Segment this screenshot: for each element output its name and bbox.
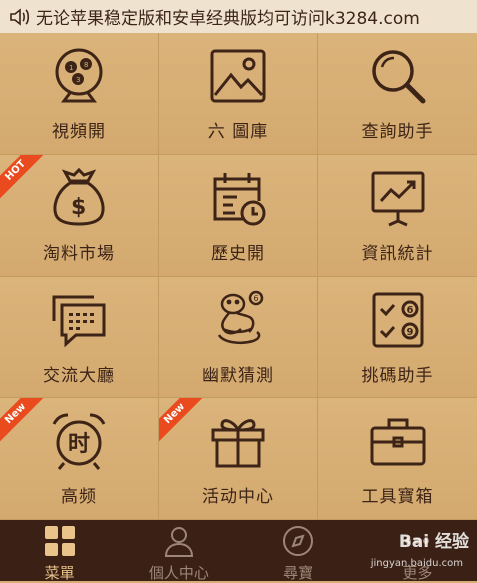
menu-item-label: 幽默猜測	[202, 365, 274, 386]
compass-icon	[283, 526, 314, 556]
menu-item-picker[interactable]: 69 挑碼助手	[318, 276, 477, 399]
menu-item-label: 查詢助手	[361, 122, 434, 142]
menu-item-query[interactable]: 查詢助手	[318, 33, 477, 155]
menu-item-label: 交流大廳	[43, 365, 115, 386]
menu-item-label: 視頻開	[52, 122, 106, 142]
svg-text:6: 6	[406, 305, 413, 316]
clock-glyph: 时	[68, 432, 90, 457]
magnifier-icon	[371, 50, 425, 104]
menu-item-label: 工具寶箱	[361, 487, 434, 508]
user-icon	[164, 527, 193, 557]
svg-text:8: 8	[84, 61, 88, 69]
menu-grid-icon	[44, 526, 75, 556]
tab-label: 個人中心	[148, 564, 209, 582]
menu-item-label: 挑碼助手	[361, 365, 434, 386]
tab-label: 尋寶	[283, 564, 314, 582]
hot-badge: HOT	[0, 154, 49, 204]
new-badge: New	[159, 398, 208, 447]
alarm-clock-icon: 时	[52, 413, 106, 471]
tab-label: 菜單	[44, 564, 75, 582]
menu-grid: 1 83 視頻開 六 圖庫 查詢助手 HOT $ 淘料市場 歷史開 資訊統計 交流…	[0, 33, 477, 520]
menu-item-chat[interactable]: 交流大廳	[0, 276, 159, 399]
menu-item-video[interactable]: 1 83 視頻開	[0, 33, 159, 155]
gift-box-icon	[211, 419, 265, 468]
menu-item-gallery[interactable]: 六 圖庫	[159, 33, 318, 155]
menu-item-market[interactable]: HOT $ 淘料市場	[0, 154, 159, 277]
money-bag-icon: $	[53, 167, 105, 226]
menu-item-toolbox[interactable]: 工具寶箱	[318, 398, 477, 520]
baidu-watermark-url: jingyan.baidu.com	[370, 558, 463, 569]
svg-text:1: 1	[69, 64, 73, 72]
lottery-balls-icon: 1 83	[55, 48, 103, 103]
menu-item-activity[interactable]: New 活动中心	[159, 398, 318, 520]
baidu-watermark: Bai 经验	[398, 532, 469, 552]
menu-item-label: 六 圖庫	[207, 122, 269, 142]
menu-item-stats[interactable]: 資訊統計	[318, 154, 477, 277]
chat-bubbles-icon	[52, 295, 106, 347]
svg-text:3: 3	[76, 76, 80, 84]
svg-text:9: 9	[406, 327, 413, 338]
image-gallery-icon	[210, 49, 266, 103]
menu-item-label: 活动中心	[202, 487, 274, 508]
notice-text: 无论苹果稳定版和安卓经典版均可访问k3284.com	[36, 9, 420, 29]
menu-item-guess[interactable]: 6 幽默猜測	[159, 276, 318, 399]
menu-item-label: 高频	[61, 487, 97, 508]
svg-text:6: 6	[254, 294, 259, 303]
svg-text:$: $	[71, 195, 86, 220]
menu-item-label: 淘料市場	[43, 243, 115, 264]
chart-board-icon	[371, 171, 424, 227]
checklist-icon: 69	[372, 292, 423, 347]
speaker-icon	[10, 7, 30, 26]
tab-profile[interactable]: 個人中心	[119, 520, 238, 582]
menu-item-high-freq[interactable]: New 时 高频	[0, 398, 159, 520]
menu-item-label: 資訊統計	[361, 243, 434, 264]
tab-treasure[interactable]: 尋寶	[239, 520, 358, 582]
tab-menu[interactable]: 菜單	[0, 520, 119, 582]
toolbox-icon	[370, 418, 425, 466]
new-badge: New	[0, 398, 49, 447]
snake-ball-icon: 6	[217, 290, 264, 344]
menu-item-label: 歷史開	[211, 243, 265, 264]
menu-item-history[interactable]: 歷史開	[159, 154, 318, 277]
calendar-clock-icon	[213, 172, 266, 226]
notice-bar[interactable]: 无论苹果稳定版和安卓经典版均可访问k3284.com	[0, 0, 477, 33]
